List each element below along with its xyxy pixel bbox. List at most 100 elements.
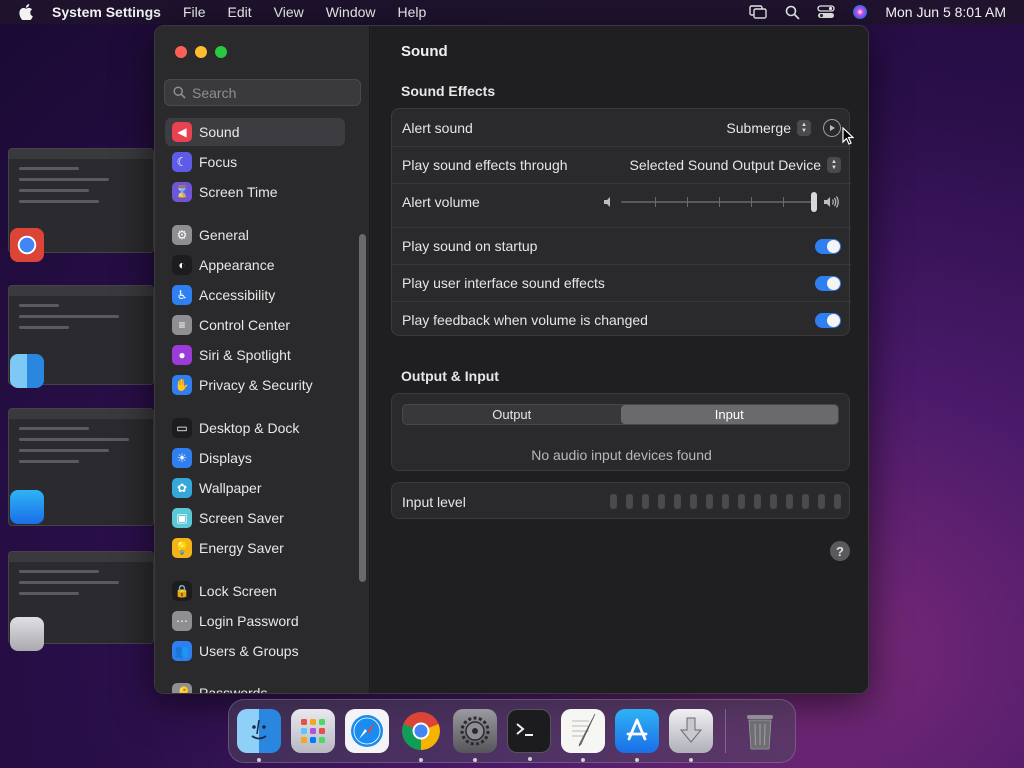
moon-icon: ☾ [172, 152, 192, 172]
installer-app-icon[interactable] [10, 617, 44, 651]
sidebar-scrollbar[interactable] [359, 234, 366, 582]
help-button[interactable]: ? [830, 541, 850, 561]
lock-icon: 🔒 [172, 581, 192, 601]
dock-trash-icon[interactable] [738, 709, 782, 753]
menu-bar: System Settings File Edit View Window He… [0, 0, 1024, 24]
play-alert-sound-button[interactable] [823, 118, 841, 137]
search-icon [173, 86, 186, 99]
popup-stepper-icon: ▲ ▼ [797, 119, 811, 136]
sidebar-item-users-and-groups[interactable]: 👥 Users & Groups [165, 637, 345, 665]
sidebar-item-lock-screen[interactable]: 🔒 Lock Screen [165, 577, 345, 605]
output-input-group: Output Input No audio input devices foun… [391, 393, 850, 471]
key-icon: 🔑 [172, 683, 192, 693]
sidebar-item-energy-saver[interactable]: 💡 Energy Saver [165, 534, 345, 562]
dock-separator [725, 709, 726, 753]
control-center-icon: ≡ [172, 315, 192, 335]
alert-volume-slider-knob[interactable] [811, 192, 817, 212]
mouse-cursor-icon [842, 126, 855, 150]
tab-output[interactable]: Output [403, 405, 621, 424]
appearance-icon: ◐ [172, 255, 192, 275]
play-through-popup[interactable]: Selected Sound Output Device ▲ ▼ [630, 157, 841, 173]
gear-icon: ⚙ [172, 225, 192, 245]
dock-terminal-icon[interactable] [507, 709, 551, 761]
dock-textedit-icon[interactable] [561, 709, 605, 762]
sidebar-item-wallpaper[interactable]: ✿ Wallpaper [165, 474, 345, 502]
sidebar-item-privacy-and-security[interactable]: ✋ Privacy & Security [165, 371, 345, 399]
hand-icon: ✋ [172, 375, 192, 395]
search-field[interactable]: Search [164, 79, 361, 106]
sidebar-item-control-center[interactable]: ≡ Control Center [165, 311, 345, 339]
sidebar-item-login-password[interactable]: ⋯ Login Password [165, 607, 345, 635]
sidebar-item-label: Focus [199, 154, 238, 170]
volume-feedback-toggle[interactable] [815, 312, 841, 328]
speaker-icon: ◀ [172, 122, 192, 142]
dock-app-store-icon[interactable] [615, 709, 659, 762]
sidebar-item-siri-and-spotlight[interactable]: ● Siri & Spotlight [165, 341, 345, 369]
page-title: Sound [401, 43, 448, 60]
view-menu[interactable]: View [274, 4, 304, 20]
chrome-app-icon[interactable] [10, 228, 44, 262]
alert-sound-popup[interactable]: Submerge ▲ ▼ [726, 119, 811, 136]
apple-menu-icon[interactable] [0, 4, 52, 20]
close-window-button[interactable] [175, 46, 187, 58]
sidebar-item-label: Energy Saver [199, 540, 284, 556]
dock [228, 699, 796, 763]
window-menu[interactable]: Window [326, 4, 376, 20]
input-level-meter [610, 494, 841, 509]
zoom-window-button[interactable] [215, 46, 227, 58]
volume-feedback-row: Play feedback when volume is changed [392, 301, 851, 338]
dock-system-settings-icon[interactable] [453, 709, 497, 762]
sidebar-item-label: Screen Time [199, 184, 278, 200]
dock-safari-icon[interactable] [345, 709, 389, 753]
login-icon: ⋯ [172, 611, 192, 631]
sidebar-item-screen-saver[interactable]: ▣ Screen Saver [165, 504, 345, 532]
play-through-value: Selected Sound Output Device [629, 157, 821, 173]
sidebar-item-sound[interactable]: ◀ Sound [165, 118, 345, 146]
accessibility-icon: ♿ [172, 285, 192, 305]
sidebar-item-label: Accessibility [199, 287, 276, 303]
control-center-icon[interactable] [809, 5, 843, 19]
sun-icon: ☀ [172, 448, 192, 468]
ui-sound-effects-toggle[interactable] [815, 275, 841, 291]
startup-sound-toggle[interactable] [815, 238, 841, 254]
screen-saver-icon: ▣ [172, 508, 192, 528]
app-name-menu[interactable]: System Settings [52, 4, 161, 20]
sidebar-item-label: Siri & Spotlight [199, 347, 291, 363]
sidebar-item-accessibility[interactable]: ♿ Accessibility [165, 281, 345, 309]
sidebar-item-general[interactable]: ⚙ General [165, 221, 345, 249]
sidebar-item-focus[interactable]: ☾ Focus [165, 148, 345, 176]
sidebar-item-appearance[interactable]: ◐ Appearance [165, 251, 345, 279]
sidebar-item-label: Appearance [199, 257, 275, 273]
dock-chrome-icon[interactable] [399, 709, 443, 762]
alert-volume-row: Alert volume [392, 183, 851, 220]
siri-icon: ● [172, 345, 192, 365]
spotlight-search-icon[interactable] [775, 5, 809, 20]
sidebar-item-label: Wallpaper [199, 480, 262, 496]
dock-finder-icon[interactable] [237, 709, 281, 762]
sidebar-item-displays[interactable]: ☀ Displays [165, 444, 345, 472]
alert-volume-label: Alert volume [402, 194, 480, 210]
dock-downloads-icon[interactable] [669, 709, 713, 762]
flower-icon: ✿ [172, 478, 192, 498]
minimize-window-button[interactable] [195, 46, 207, 58]
tab-input[interactable]: Input [620, 405, 838, 424]
sound-effects-group: Alert sound Submerge ▲ ▼ Play sound effec… [391, 108, 851, 338]
edit-menu[interactable]: Edit [228, 4, 252, 20]
sidebar-item-label: Lock Screen [199, 583, 277, 599]
siri-icon[interactable] [843, 4, 877, 20]
screen-mirroring-icon[interactable] [741, 5, 775, 19]
sidebar-item-screen-time[interactable]: ⌛ Screen Time [165, 178, 345, 206]
dock-launchpad-icon[interactable] [291, 709, 335, 753]
alert-volume-slider[interactable] [621, 192, 817, 212]
output-input-heading: Output & Input [401, 368, 499, 384]
sidebar-item-desktop-and-dock[interactable]: ▭ Desktop & Dock [165, 414, 345, 442]
sidebar-item-passwords[interactable]: 🔑 Passwords [165, 679, 345, 693]
help-menu[interactable]: Help [398, 4, 427, 20]
sidebar: Search ◀ Sound ☾ Focus ⌛ Screen Time ⚙ General ◐… [155, 26, 370, 693]
finder-app-icon[interactable] [10, 354, 44, 388]
sidebar-item-label: General [199, 227, 249, 243]
lightbulb-icon: 💡 [172, 538, 192, 558]
menu-bar-clock[interactable]: Mon Jun 5 8:01 AM [885, 4, 1006, 20]
file-menu[interactable]: File [183, 4, 206, 20]
app-store-app-icon[interactable] [10, 490, 44, 524]
